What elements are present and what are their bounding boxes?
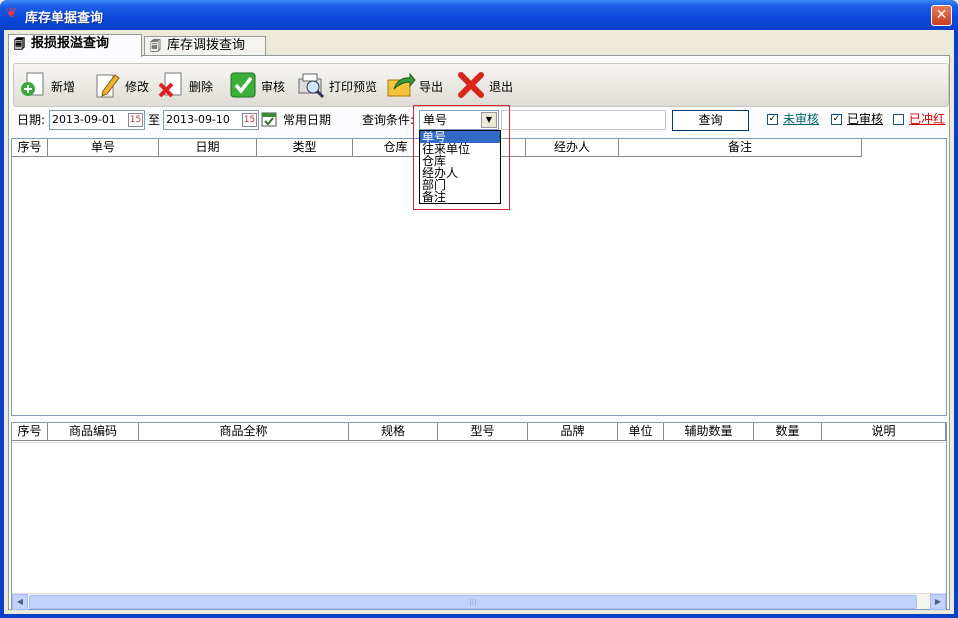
column-header[interactable]: 数量 xyxy=(754,423,822,441)
column-header[interactable]: 类型 xyxy=(257,139,353,157)
document-icon: 🗐 xyxy=(14,38,25,51)
edit-label: 修改 xyxy=(125,80,150,94)
column-header[interactable]: 商品全称 xyxy=(139,423,349,441)
edit-button[interactable]: 修改 xyxy=(92,70,154,102)
reversed-checkbox[interactable] xyxy=(893,114,904,125)
client-area: 🗐 报损报溢查询 🗐 库存调拨查询 新增 修改 删除 审核 打印预览 导出 退出… xyxy=(4,30,954,614)
column-header[interactable]: 辅助数量 xyxy=(664,423,754,441)
date-label: 日期: xyxy=(17,113,46,127)
print-preview-button[interactable]: 打印预览 xyxy=(296,70,384,102)
title-bar: ❦ 库存单据查询 ✕ xyxy=(0,0,958,30)
folder-arrow-export-icon xyxy=(386,70,416,100)
query-button[interactable]: 查询 xyxy=(672,110,749,131)
calendar-icon[interactable]: 15 xyxy=(128,113,143,127)
date-from-picker[interactable]: 2013-09-01 15 xyxy=(49,110,145,130)
column-header[interactable]: 规格 xyxy=(349,423,438,441)
column-header[interactable]: 型号 xyxy=(438,423,528,441)
exit-button[interactable]: 退出 xyxy=(456,70,518,102)
tab-loss-overflow-query[interactable]: 🗐 报损报溢查询 xyxy=(8,34,142,57)
document-icon: 🗐 xyxy=(150,40,161,53)
date-to-value: 2013-09-10 xyxy=(166,113,230,126)
tab-panel: 新增 修改 删除 审核 打印预览 导出 退出 日期: 2013-09-01 15… xyxy=(8,55,950,610)
tab-stock-transfer-query[interactable]: 🗐 库存调拨查询 xyxy=(144,36,266,56)
date-to-picker[interactable]: 2013-09-10 15 xyxy=(163,110,259,130)
audit-button[interactable]: 审核 xyxy=(228,70,290,102)
scroll-right-icon[interactable]: ▶ xyxy=(930,594,946,610)
query-condition-value: 单号 xyxy=(423,113,448,127)
column-header[interactable]: 品牌 xyxy=(528,423,618,441)
tab-label: 库存调拨查询 xyxy=(167,38,246,53)
to-label: 至 xyxy=(148,113,161,127)
calendar-icon[interactable]: 15 xyxy=(242,113,257,127)
export-button[interactable]: 导出 xyxy=(386,70,448,102)
app-icon: ❦ xyxy=(6,6,17,21)
unaudited-label[interactable]: 未审核 xyxy=(783,112,819,126)
column-header[interactable]: 备注 xyxy=(619,139,862,157)
print-preview-label: 打印预览 xyxy=(329,80,378,94)
horizontal-scrollbar[interactable]: ◀ ||| ▶ xyxy=(12,593,946,610)
exit-label: 退出 xyxy=(489,80,514,94)
common-date-icon[interactable] xyxy=(261,111,277,127)
column-header[interactable]: 经办人 xyxy=(526,139,619,157)
query-condition-label: 查询条件: xyxy=(362,113,415,127)
reversed-label[interactable]: 已冲红 xyxy=(909,112,945,126)
pencil-edit-icon xyxy=(92,70,122,100)
add-label: 新增 xyxy=(51,80,76,94)
close-button[interactable]: ✕ xyxy=(931,5,952,26)
scroll-thumb[interactable]: ||| xyxy=(29,595,917,609)
query-condition-select[interactable]: 单号 ▼ xyxy=(419,110,499,130)
query-text-input[interactable] xyxy=(501,110,666,130)
column-header[interactable]: 日期 xyxy=(159,139,257,157)
column-header[interactable]: 单位 xyxy=(618,423,664,441)
toolbar: 新增 修改 删除 审核 打印预览 导出 退出 xyxy=(13,63,949,107)
detail-grid[interactable]: 序号 商品编码 商品全称 规格 型号 品牌 单位 辅助数量 数量 说明 ◀ ||… xyxy=(11,422,948,610)
magnifier-print-preview-icon xyxy=(296,70,326,100)
column-header[interactable]: 序号 xyxy=(12,139,48,157)
delete-button[interactable]: 删除 xyxy=(156,70,222,102)
red-x-exit-icon xyxy=(456,70,486,100)
red-x-delete-icon xyxy=(156,70,186,100)
chevron-down-icon[interactable]: ▼ xyxy=(481,112,497,128)
close-icon: ✕ xyxy=(935,7,948,23)
audit-label: 审核 xyxy=(261,80,286,94)
green-check-audit-icon xyxy=(228,70,258,100)
add-button[interactable]: 新增 xyxy=(18,70,84,102)
audited-label[interactable]: 已审核 xyxy=(847,112,883,126)
tab-label: 报损报溢查询 xyxy=(31,36,110,51)
delete-label: 删除 xyxy=(189,80,214,94)
date-from-value: 2013-09-01 xyxy=(52,113,116,126)
unaudited-checkbox[interactable]: ✓ xyxy=(767,114,778,125)
main-window: ❦ 库存单据查询 ✕ 🗐 报损报溢查询 🗐 库存调拨查询 新增 修改 删除 审核… xyxy=(0,0,958,618)
add-plus-icon xyxy=(18,70,48,100)
column-header[interactable]: 商品编码 xyxy=(48,423,139,441)
column-header[interactable]: 单号 xyxy=(48,139,159,157)
column-header[interactable]: 序号 xyxy=(12,423,48,441)
header-divider xyxy=(12,442,948,443)
query-condition-dropdown[interactable]: 单号 往来单位 仓库 经办人 部门 备注 xyxy=(419,130,501,204)
dropdown-option[interactable]: 备注 xyxy=(420,191,500,203)
window-title: 库存单据查询 xyxy=(25,11,104,26)
query-button-label: 查询 xyxy=(698,113,723,127)
common-date-label[interactable]: 常用日期 xyxy=(283,111,331,129)
audited-checkbox[interactable]: ✓ xyxy=(831,114,842,125)
column-header[interactable]: 说明 xyxy=(822,423,946,441)
scroll-left-icon[interactable]: ◀ xyxy=(12,594,28,610)
export-label: 导出 xyxy=(419,80,444,94)
